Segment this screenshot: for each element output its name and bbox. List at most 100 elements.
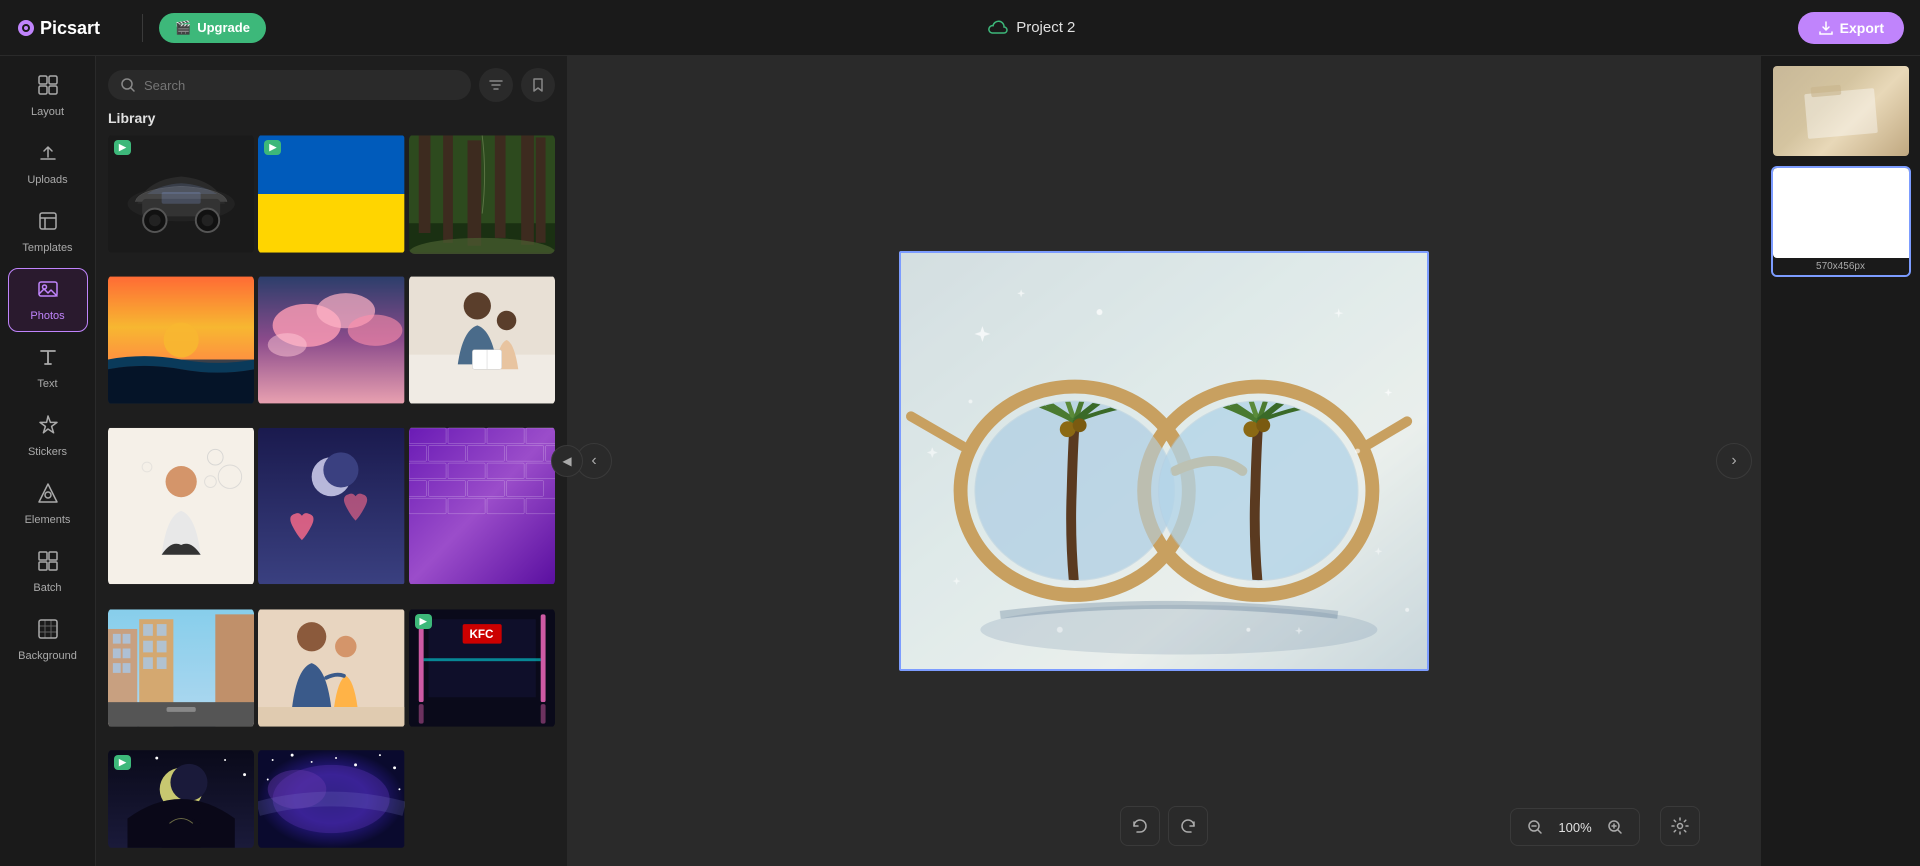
text-icon [37, 346, 59, 374]
photo-cell-mother-child-2[interactable] [258, 608, 404, 728]
photo-cell-sunset-beach[interactable] [108, 275, 254, 405]
photo-cell-ukraine-flag[interactable]: ▶ [258, 134, 404, 254]
filter-icon [488, 77, 504, 93]
photo-cell-forest[interactable] [409, 134, 555, 254]
panel-actions [479, 68, 555, 102]
bottom-toolbar [1120, 806, 1208, 846]
layout-icon [37, 74, 59, 102]
thumb-1-icon [1801, 81, 1881, 141]
thumb-size-label: 570x456px [1773, 258, 1909, 275]
search-box [108, 70, 471, 100]
canvas-next-button[interactable]: › [1716, 443, 1752, 479]
brick-wall-image [409, 426, 555, 586]
thumb-card-1[interactable] [1771, 64, 1911, 158]
photo-cell-street[interactable] [108, 608, 254, 728]
bookmark-button[interactable] [521, 68, 555, 102]
canvas-image[interactable] [899, 251, 1429, 671]
divider [142, 14, 143, 42]
redo-button[interactable] [1168, 806, 1208, 846]
sidebar-item-text[interactable]: Text [8, 336, 88, 400]
export-icon [1818, 20, 1834, 36]
thumb-card-2[interactable]: 570x456px [1771, 166, 1911, 277]
export-button[interactable]: Export [1798, 12, 1904, 44]
photo-cell-car[interactable]: ▶ [108, 134, 254, 254]
photo-cell-brick-wall[interactable] [409, 426, 555, 586]
search-icon [120, 77, 136, 93]
sidebar-item-background[interactable]: Background [8, 608, 88, 672]
stickers-icon [37, 414, 59, 442]
photo-grid: ▶ ▶ [96, 134, 567, 866]
panel-collapse-button[interactable]: ◀ [551, 445, 583, 477]
sidebar-photos-label: Photos [30, 310, 64, 322]
settings-icon [1671, 817, 1689, 835]
mother-child-2-image [258, 608, 404, 728]
photo-cell-pink-clouds[interactable] [258, 275, 404, 405]
canvas-area: ‹ [568, 56, 1760, 866]
elements-icon [37, 482, 59, 510]
photos-icon [37, 278, 59, 306]
background-icon [37, 618, 59, 646]
uploads-icon [37, 142, 59, 170]
settings-button[interactable] [1660, 806, 1700, 846]
sidebar-item-batch[interactable]: Batch [8, 540, 88, 604]
redo-icon [1179, 817, 1197, 835]
upgrade-button[interactable]: 🎬 Upgrade [159, 13, 266, 43]
zoom-value: 100% [1555, 820, 1595, 835]
search-input[interactable] [144, 78, 459, 93]
filter-button[interactable] [479, 68, 513, 102]
batch-icon [37, 550, 59, 578]
main-area: Layout Uploads Templates [0, 56, 1920, 866]
photo-cell-mother-child[interactable] [409, 275, 555, 405]
upgrade-icon: 🎬 [175, 20, 191, 36]
sidebar-item-photos[interactable]: Photos [8, 268, 88, 332]
sidebar-item-templates[interactable]: Templates [8, 200, 88, 264]
panel-search [96, 56, 567, 110]
zoom-in-icon [1607, 819, 1623, 835]
photo-cell-space[interactable] [258, 749, 404, 849]
bookmark-icon [530, 77, 546, 93]
logo: Picsart [16, 13, 126, 43]
canvas-svg [901, 251, 1427, 671]
zoom-in-button[interactable] [1601, 813, 1629, 841]
sidebar-batch-label: Batch [33, 582, 61, 594]
project-title: Project 2 [1016, 19, 1075, 36]
header-left: Picsart 🎬 Upgrade [16, 13, 266, 43]
thumb-empty-canvas [1773, 168, 1911, 258]
sidebar-item-uploads[interactable]: Uploads [8, 132, 88, 196]
video-badge-4: ▶ [114, 755, 131, 770]
svg-text:KFC: KFC [469, 627, 494, 640]
sidebar-stickers-label: Stickers [28, 446, 67, 458]
moon-clouds-image [258, 426, 404, 586]
canvas-content [899, 251, 1429, 671]
photo-panel: Library ▶ [96, 56, 568, 866]
video-badge-2: ▶ [264, 140, 281, 155]
zoom-out-icon [1527, 819, 1543, 835]
pink-clouds-image [258, 275, 404, 405]
photo-cell-man-bubbles[interactable] [108, 426, 254, 586]
zoom-controls: 100% [1510, 808, 1640, 846]
logo-icon: Picsart [16, 13, 126, 43]
undo-button[interactable] [1120, 806, 1160, 846]
photo-cell-neon-street[interactable]: ▶ KFC [409, 608, 555, 728]
right-panel: 570x456px [1760, 56, 1920, 866]
sidebar-elements-label: Elements [25, 514, 71, 526]
mother-child-image [409, 275, 555, 405]
header-center: Project 2 [988, 18, 1075, 38]
templates-icon [37, 210, 59, 238]
sidebar-item-stickers[interactable]: Stickers [8, 404, 88, 468]
man-bubbles-image [108, 426, 254, 586]
photo-cell-moon-2[interactable]: ▶ [108, 749, 254, 849]
sidebar-item-elements[interactable]: Elements [8, 472, 88, 536]
video-badge-3: ▶ [415, 614, 432, 629]
header: Picsart 🎬 Upgrade Project 2 Export [0, 0, 1920, 56]
cloud-icon [988, 18, 1008, 38]
svg-text:Picsart: Picsart [40, 18, 100, 38]
upgrade-label: Upgrade [197, 20, 250, 35]
zoom-out-button[interactable] [1521, 813, 1549, 841]
sunset-beach-image [108, 275, 254, 405]
undo-icon [1131, 817, 1149, 835]
space-image [258, 749, 404, 849]
icon-sidebar: Layout Uploads Templates [0, 56, 96, 866]
sidebar-item-layout[interactable]: Layout [8, 64, 88, 128]
photo-cell-moon-clouds[interactable] [258, 426, 404, 586]
